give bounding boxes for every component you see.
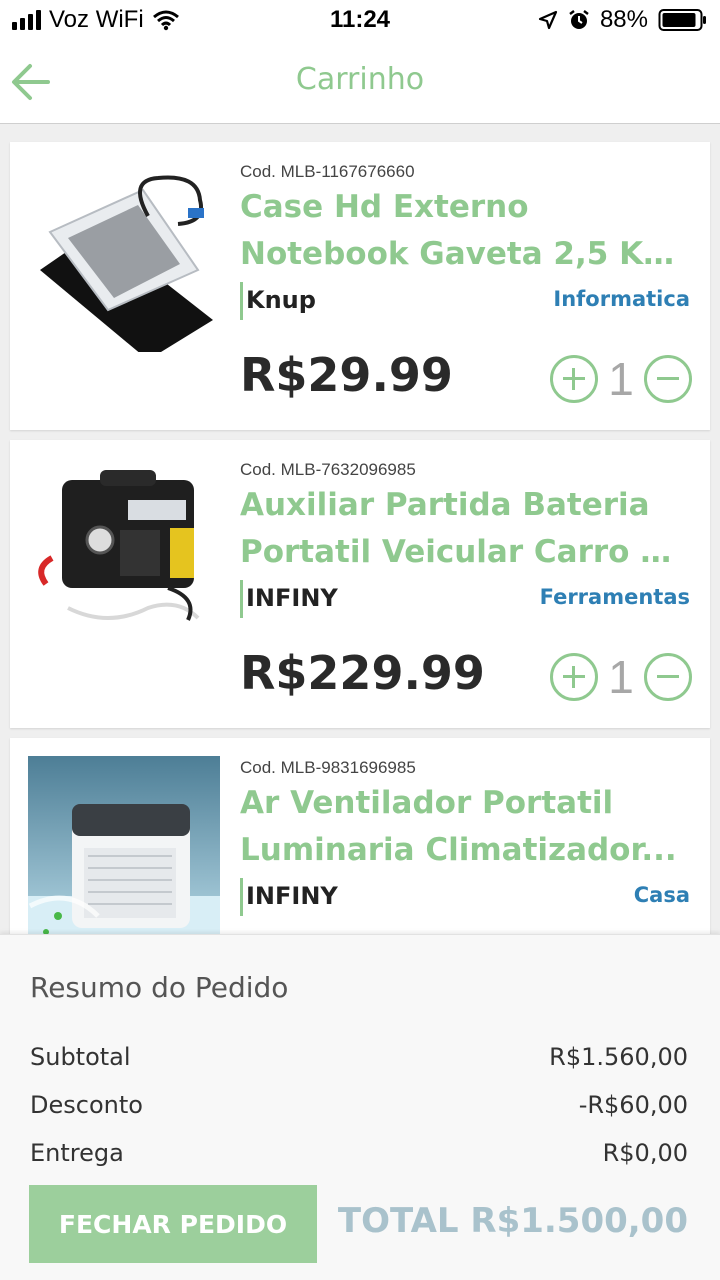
product-title-line: Luminaria Climatizador... — [240, 832, 677, 868]
discount-value: -R$60,00 — [578, 1091, 688, 1119]
product-category[interactable]: Casa — [634, 883, 690, 907]
order-summary: Resumo do Pedido Subtotal R$1.560,00 Des… — [0, 934, 720, 1280]
product-price: R$29.99 — [240, 348, 453, 402]
product-code: Cod. MLB-1167676660 — [240, 162, 415, 181]
product-category[interactable]: Ferramentas — [540, 585, 690, 609]
delivery-label: Entrega — [30, 1139, 124, 1167]
product-title-line: Portatil Veicular Carro E... — [240, 534, 690, 570]
subtotal-value: R$1.560,00 — [549, 1043, 688, 1071]
product-title-line: Case Hd Externo — [240, 189, 529, 225]
status-bar: Voz WiFi 11:24 88% — [0, 0, 720, 40]
delivery-value: R$0,00 — [602, 1139, 688, 1167]
checkout-button[interactable]: FECHAR PEDIDO — [29, 1185, 317, 1263]
increase-quantity-button[interactable] — [550, 355, 598, 403]
decrease-quantity-button[interactable] — [644, 355, 692, 403]
cart-item: Cod. MLB-7632096985 Auxiliar Partida Bat… — [10, 440, 710, 728]
order-total: TOTAL R$1.500,00 — [337, 1201, 688, 1241]
app-header: Carrinho — [0, 40, 720, 124]
battery-percent: 88% — [599, 6, 648, 33]
product-price: R$229.99 — [240, 646, 485, 700]
product-brand: INFINY — [240, 878, 338, 916]
product-title[interactable]: Case Hd Externo Notebook Gaveta 2,5 Kp..… — [240, 184, 690, 278]
decrease-quantity-button[interactable] — [644, 653, 692, 701]
product-title[interactable]: Auxiliar Partida Bateria Portatil Veicul… — [240, 482, 690, 576]
cart-item: Cod. MLB-1167676660 Case Hd Externo Note… — [10, 142, 710, 430]
quantity-value: 1 — [608, 651, 634, 703]
subtotal-label: Subtotal — [30, 1043, 131, 1071]
product-title-line: Ar Ventilador Portatil — [240, 785, 614, 821]
product-category[interactable]: Informatica — [553, 287, 690, 311]
product-brand: Knup — [240, 282, 316, 320]
quantity-value: 1 — [608, 353, 634, 405]
page-title: Carrinho — [295, 62, 425, 97]
discount-row: Desconto -R$60,00 — [30, 1091, 688, 1119]
product-image-air-cooler[interactable] — [28, 756, 220, 948]
subtotal-row: Subtotal R$1.560,00 — [30, 1043, 688, 1071]
increase-quantity-button[interactable] — [550, 653, 598, 701]
product-code: Cod. MLB-7632096985 — [240, 460, 416, 479]
product-code: Cod. MLB-9831696985 — [240, 758, 416, 777]
quantity-stepper: 1 — [550, 352, 692, 406]
product-image-hd-case[interactable] — [28, 160, 220, 352]
delivery-row: Entrega R$0,00 — [30, 1139, 688, 1167]
battery-icon — [658, 9, 706, 31]
product-image-jump-starter[interactable] — [28, 458, 220, 650]
alarm-icon — [569, 10, 589, 29]
discount-label: Desconto — [30, 1091, 143, 1119]
quantity-stepper: 1 — [550, 650, 692, 704]
product-title-line: Notebook Gaveta 2,5 Kp... — [240, 236, 690, 272]
product-title-line: Auxiliar Partida Bateria — [240, 487, 650, 523]
product-title[interactable]: Ar Ventilador Portatil Luminaria Climati… — [240, 780, 690, 874]
status-bar-right: 88% — [538, 6, 708, 34]
location-arrow-icon — [538, 10, 558, 30]
product-brand: INFINY — [240, 580, 338, 618]
summary-title: Resumo do Pedido — [30, 971, 289, 1004]
